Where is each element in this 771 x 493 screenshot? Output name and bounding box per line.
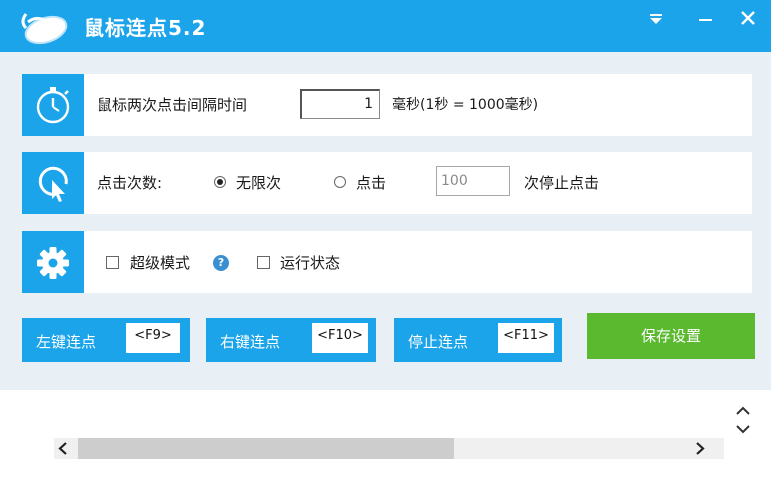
super-mode-checkbox[interactable] (106, 256, 119, 269)
horizontal-scroll-thumb[interactable] (78, 438, 454, 459)
interval-unit-label: 毫秒(1秒 = 1000毫秒) (392, 97, 539, 113)
super-mode-label[interactable]: 超级模式 (130, 252, 190, 273)
window-title: 鼠标连点5.2 (84, 16, 207, 40)
minimize-icon[interactable] (689, 6, 723, 32)
stopwatch-icon (22, 74, 84, 136)
help-icon[interactable]: ? (213, 255, 229, 271)
scroll-right-arrow-icon[interactable] (688, 438, 710, 459)
click-count-row: 点击次数: 无限次 点击 100 次停止点击 (22, 152, 752, 214)
stop-suffix-label: 次停止点击 (524, 174, 600, 192)
run-state-label[interactable]: 运行状态 (280, 252, 340, 273)
right-click-label: 右键连点 (220, 333, 281, 351)
radio-unlimited[interactable] (214, 176, 226, 188)
gear-icon (22, 231, 84, 293)
stop-click-button[interactable]: 停止连点 <F11> (394, 318, 562, 362)
save-settings-button[interactable]: 保存设置 (587, 313, 755, 359)
close-icon[interactable] (733, 6, 767, 32)
radio-count-label[interactable]: 点击 (356, 172, 386, 193)
stop-click-label: 停止连点 (408, 333, 469, 351)
right-click-hotkey: <F10> (312, 323, 368, 353)
click-count-label: 点击次数: (97, 174, 163, 192)
interval-input[interactable]: 1 (300, 89, 380, 119)
vertical-scroll-arrows[interactable] (729, 400, 757, 440)
interval-row: 鼠标两次点击间隔时间 1 毫秒(1秒 = 1000毫秒) (22, 74, 752, 136)
stop-click-hotkey: <F11> (498, 323, 554, 353)
cursor-click-icon (22, 152, 84, 214)
options-row: 超级模式 ? 运行状态 (22, 231, 752, 293)
horizontal-scrollbar[interactable] (54, 438, 724, 459)
interval-label: 鼠标两次点击间隔时间 (97, 96, 248, 114)
left-click-hotkey: <F9> (126, 323, 180, 353)
title-bar[interactable]: 鼠标连点5.2 (0, 0, 771, 52)
mouse-logo-icon (14, 8, 70, 46)
radio-count[interactable] (334, 176, 346, 188)
left-click-button[interactable]: 左键连点 <F9> (22, 318, 190, 362)
click-count-input[interactable]: 100 (436, 166, 510, 196)
right-click-button[interactable]: 右键连点 <F10> (206, 318, 376, 362)
scroll-left-arrow-icon[interactable] (54, 438, 76, 459)
run-state-checkbox[interactable] (257, 256, 270, 269)
radio-unlimited-label[interactable]: 无限次 (236, 172, 281, 193)
dropdown-arrow-icon[interactable] (640, 6, 674, 32)
left-click-label: 左键连点 (36, 333, 97, 351)
